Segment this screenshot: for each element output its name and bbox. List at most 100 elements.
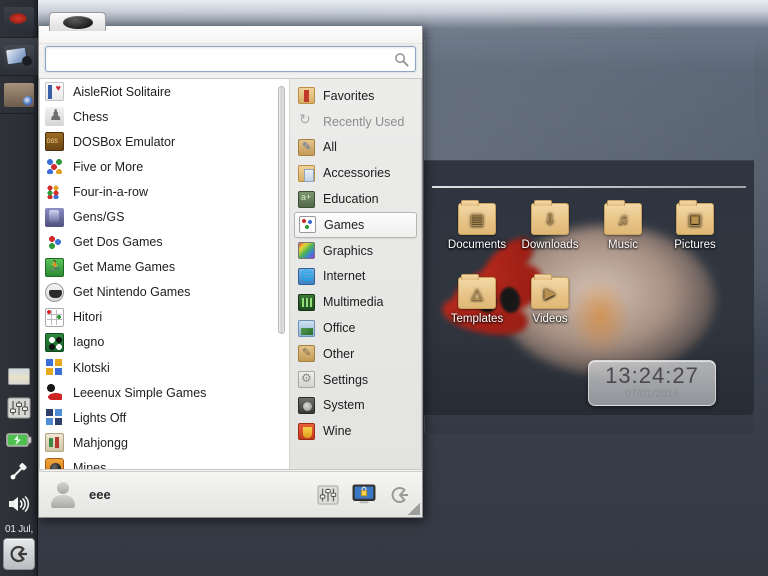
desktop-clock-widget[interactable]: 13:24:27 07/01/2016 <box>588 360 716 406</box>
power-button[interactable] <box>3 538 35 570</box>
desktop-icon-videos[interactable]: ▶ Videos <box>514 277 586 325</box>
category-item-all[interactable]: All <box>294 135 417 161</box>
category-item-education[interactable]: Education <box>294 186 417 212</box>
search-box[interactable] <box>45 46 416 72</box>
application-list-scrollbar[interactable] <box>277 82 286 466</box>
application-list-item[interactable]: Mines <box>40 455 289 470</box>
system-tray: 01 Jul, <box>0 360 38 576</box>
application-icon <box>45 358 64 377</box>
application-list-item[interactable]: Klotski <box>40 355 289 380</box>
category-icon <box>299 216 316 233</box>
category-item-multimedia[interactable]: Multimedia <box>294 289 417 315</box>
category-label: Education <box>323 192 379 206</box>
category-label: Games <box>324 218 364 232</box>
application-list-item[interactable]: Chess <box>40 104 289 129</box>
username-label: eee <box>89 487 306 502</box>
lock-screen-icon <box>352 484 376 506</box>
application-list-item[interactable]: Hitori <box>40 305 289 330</box>
search-icon[interactable] <box>394 52 409 67</box>
folder-glyph: ▣ <box>677 204 713 234</box>
wallpaper-divider-line <box>432 186 746 188</box>
clock-date: 07/01/2016 <box>589 388 715 400</box>
category-item-accessories[interactable]: Accessories <box>294 160 417 186</box>
panel-date-label: 01 Jul, <box>0 520 38 538</box>
search-input[interactable] <box>52 47 389 71</box>
application-label: Gens/GS <box>73 210 124 224</box>
desktop-icon-templates[interactable]: △ Templates <box>441 277 513 325</box>
panel-window-photo[interactable] <box>0 38 38 76</box>
category-item-favorites[interactable]: Favorites <box>294 83 417 109</box>
application-label: AisleRiot Solitaire <box>73 85 171 99</box>
category-item-internet[interactable]: Internet <box>294 264 417 290</box>
application-list-item[interactable]: Four-in-a-row <box>40 179 289 204</box>
application-list-item[interactable]: Get Dos Games <box>40 230 289 255</box>
application-list-item[interactable]: Leeenux Simple Games <box>40 380 289 405</box>
application-icon <box>45 333 64 352</box>
menu-tab-oval-icon <box>63 16 93 29</box>
category-list: Favorites Recently Used AllAccessories Educ… <box>289 78 422 470</box>
application-label: Hitori <box>73 310 102 324</box>
application-list-item[interactable]: Gens/GS <box>40 204 289 229</box>
category-item-other[interactable]: Other <box>294 341 417 367</box>
application-list-item[interactable]: Mahjongg <box>40 430 289 455</box>
power-icon <box>9 544 29 564</box>
category-icon <box>298 268 315 285</box>
application-list-item[interactable]: DOSBox Emulator <box>40 129 289 154</box>
sliders-icon <box>317 485 339 505</box>
desktop-icon-label: Music <box>608 239 638 251</box>
category-label: Other <box>323 347 354 361</box>
application-icon <box>45 132 64 151</box>
preferences-button[interactable] <box>314 481 342 509</box>
category-icon <box>298 423 315 440</box>
category-item-wine[interactable]: Wine <box>294 418 417 444</box>
bluetooth-applet[interactable] <box>0 456 38 488</box>
folder-glyph: ▶ <box>532 278 568 308</box>
category-item-system[interactable]: System <box>294 393 417 419</box>
desktop-icon-label: Pictures <box>674 239 716 251</box>
desktop-icon-documents[interactable]: ▤ Documents <box>441 203 513 251</box>
display-applet-icon <box>8 368 30 385</box>
desktop-icon-music[interactable]: ♫ Music <box>587 203 659 251</box>
desktop-icon-downloads[interactable]: ⇩ Downloads <box>514 203 586 251</box>
volume-applet[interactable] <box>0 488 38 520</box>
window-thumb-browser-icon <box>4 83 34 107</box>
application-label: Iagno <box>73 335 104 349</box>
category-item-graphics[interactable]: Graphics <box>294 238 417 264</box>
category-label: Recently Used <box>323 115 404 129</box>
application-label: Lights Off <box>73 411 126 425</box>
application-icon <box>45 283 64 302</box>
menu-footer: eee <box>39 471 422 517</box>
application-list-item[interactable]: Get Nintendo Games <box>40 280 289 305</box>
mixer-applet[interactable] <box>0 392 38 424</box>
display-applet[interactable] <box>0 360 38 392</box>
category-label: Office <box>323 321 355 335</box>
category-item-office[interactable]: Office <box>294 315 417 341</box>
battery-applet[interactable] <box>0 424 38 456</box>
scrollbar-thumb[interactable] <box>278 86 285 334</box>
menu-panes: AisleRiot SolitaireChessDOSBox EmulatorF… <box>39 78 422 470</box>
category-item-games[interactable]: Games <box>294 212 417 238</box>
avatar[interactable] <box>47 479 79 511</box>
clock-time: 13:24:27 <box>589 361 715 388</box>
application-list-item[interactable]: Lights Off <box>40 405 289 430</box>
category-item-settings[interactable]: Settings <box>294 367 417 393</box>
desktop-icon-label: Videos <box>533 313 568 325</box>
lock-screen-button[interactable] <box>350 481 378 509</box>
application-list-item[interactable]: Get Mame Games <box>40 255 289 280</box>
desktop-icon-label: Downloads <box>522 239 579 251</box>
application-list-item[interactable]: Five or More <box>40 154 289 179</box>
folder-glyph: ♫ <box>605 204 641 234</box>
application-label: Five or More <box>73 160 143 174</box>
application-list-item[interactable]: Iagno <box>40 330 289 355</box>
application-list-item[interactable]: AisleRiot Solitaire <box>40 79 289 104</box>
application-icon <box>45 157 64 176</box>
desktop-icon-pictures[interactable]: ▣ Pictures <box>659 203 731 251</box>
panel-window-browser[interactable] <box>0 76 38 114</box>
category-icon <box>298 294 315 311</box>
menu-window-tab[interactable] <box>49 12 106 31</box>
resize-grip[interactable] <box>408 503 420 515</box>
bluetooth-applet-icon <box>8 462 30 482</box>
category-icon <box>298 242 315 259</box>
category-item-recently-used[interactable]: Recently Used <box>294 109 417 135</box>
panel-window-lobster[interactable] <box>0 0 38 38</box>
